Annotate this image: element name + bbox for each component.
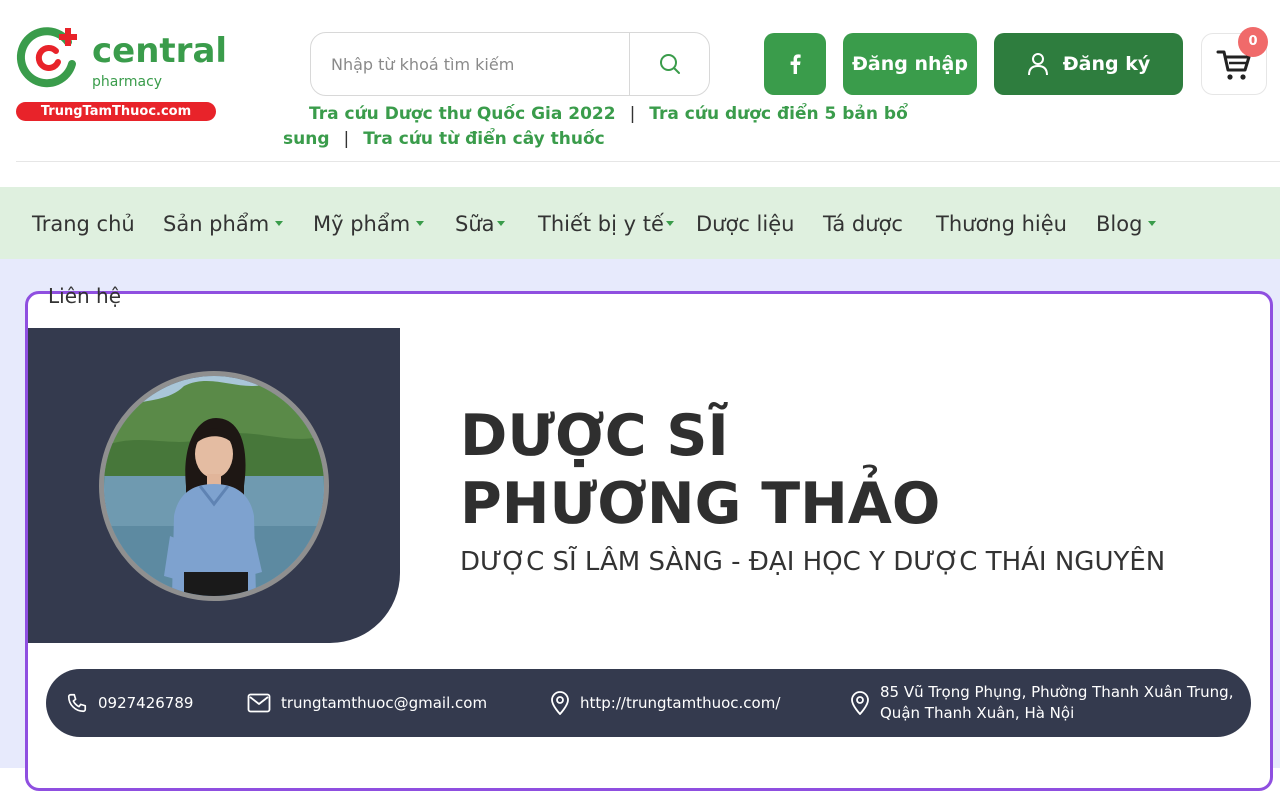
chevron-down-icon	[496, 221, 505, 226]
nav-item-products[interactable]: Sản phẩm	[163, 187, 284, 259]
chevron-down-icon	[275, 221, 284, 226]
nav-item-label: Trang chủ	[32, 212, 135, 236]
nav-item-brands[interactable]: Thương hiệu	[936, 187, 1067, 259]
facebook-button[interactable]	[764, 33, 826, 95]
nav-item-label: Blog	[1096, 212, 1143, 236]
logo-brand-text: central	[92, 31, 228, 71]
contact-email-text: trungtamthuoc@gmail.com	[281, 694, 488, 712]
logo-mark-icon	[16, 27, 77, 88]
contact-website[interactable]: http://trungtamthuoc.com/	[550, 669, 780, 737]
nav-item-contact[interactable]: Liên hệ	[48, 284, 121, 308]
search-input[interactable]	[331, 47, 621, 81]
nav-item-milk[interactable]: Sữa	[455, 187, 505, 259]
nav-item-label: Mỹ phẩm	[313, 212, 411, 236]
author-photo	[104, 376, 324, 596]
chevron-down-icon	[665, 221, 674, 226]
search-icon	[660, 54, 680, 74]
quick-links: Tra cứu Dược thư Quốc Gia 2022 | Tra cứu d…	[283, 102, 1003, 152]
search-box	[310, 32, 710, 96]
main-nav: Trang chủ Sản phẩm Mỹ phẩm Sữa Thiết bị …	[0, 187, 1280, 259]
facebook-icon	[790, 54, 801, 74]
search-button[interactable]	[629, 33, 710, 95]
nav-item-herbs[interactable]: Dược liệu	[696, 187, 794, 259]
logo-subtitle: pharmacy	[92, 74, 163, 90]
contact-bar: 0927426789 trungtamthuoc@gmail.com http:…	[46, 669, 1251, 737]
link-duoc-thu[interactable]: Tra cứu Dược thư Quốc Gia 2022	[309, 104, 616, 124]
register-label: Đăng ký	[1062, 53, 1151, 75]
author-name-line2: PHƯƠNG THẢO	[460, 471, 941, 537]
phone-icon	[67, 693, 87, 713]
nav-item-label: Thương hiệu	[936, 212, 1067, 236]
nav-item-cosmetics[interactable]: Mỹ phẩm	[313, 187, 425, 259]
link-separator: |	[629, 104, 636, 124]
logo-domain-pill: TrungTamThuoc.com	[16, 102, 216, 121]
site-header: central pharmacy TrungTamThuoc.com Tra c…	[0, 0, 1280, 162]
chevron-down-icon	[1148, 221, 1157, 226]
login-button[interactable]: Đăng nhập	[843, 33, 977, 95]
link-tu-dien-cay-thuoc[interactable]: Tra cứu từ điển cây thuốc	[363, 129, 605, 149]
contact-address: 85 Vũ Trọng Phụng, Phường Thanh Xuân Tru…	[850, 669, 1233, 737]
nav-item-excipients[interactable]: Tá dược	[823, 187, 903, 259]
address-line: Quận Thanh Xuân, Hà Nội	[880, 704, 1075, 722]
nav-item-label: Thiết bị y tế	[538, 212, 664, 236]
contact-address-text: 85 Vũ Trọng Phụng, Phường Thanh Xuân Tru…	[880, 682, 1233, 724]
location-pin-icon	[551, 691, 569, 715]
author-name: DƯỢC SĨ PHƯƠNG THẢO	[460, 402, 940, 538]
nav-item-label: Sữa	[455, 212, 495, 236]
contact-website-text: http://trungtamthuoc.com/	[580, 694, 781, 712]
author-name-line1: DƯỢC SĨ	[460, 403, 729, 469]
header-divider	[16, 161, 1280, 162]
location-pin-icon	[851, 691, 869, 715]
cart-count-badge: 0	[1238, 27, 1268, 57]
nav-item-label: Tá dược	[823, 212, 903, 236]
nav-item-home[interactable]: Trang chủ	[32, 187, 135, 259]
nav-item-medical-devices[interactable]: Thiết bị y tế	[538, 187, 674, 259]
contact-phone-text: 0927426789	[98, 694, 194, 712]
chevron-down-icon	[416, 221, 425, 226]
contact-email[interactable]: trungtamthuoc@gmail.com	[247, 669, 487, 737]
register-button[interactable]: Đăng ký	[994, 33, 1183, 95]
contact-phone[interactable]: 0927426789	[66, 669, 193, 737]
nav-item-blog[interactable]: Blog	[1096, 187, 1157, 259]
user-icon	[1027, 53, 1048, 76]
address-line: 85 Vũ Trọng Phụng, Phường Thanh Xuân Tru…	[880, 683, 1234, 701]
nav-item-label: Sản phẩm	[163, 212, 270, 236]
site-logo[interactable]: central pharmacy TrungTamThuoc.com	[14, 22, 227, 124]
author-avatar	[99, 371, 329, 601]
author-title: DƯỢC SĨ LÂM SÀNG - ĐẠI HỌC Y DƯỢC THÁI N…	[460, 547, 1166, 577]
nav-item-label: Dược liệu	[696, 212, 795, 236]
link-separator: |	[343, 129, 350, 149]
mail-icon	[247, 693, 271, 713]
